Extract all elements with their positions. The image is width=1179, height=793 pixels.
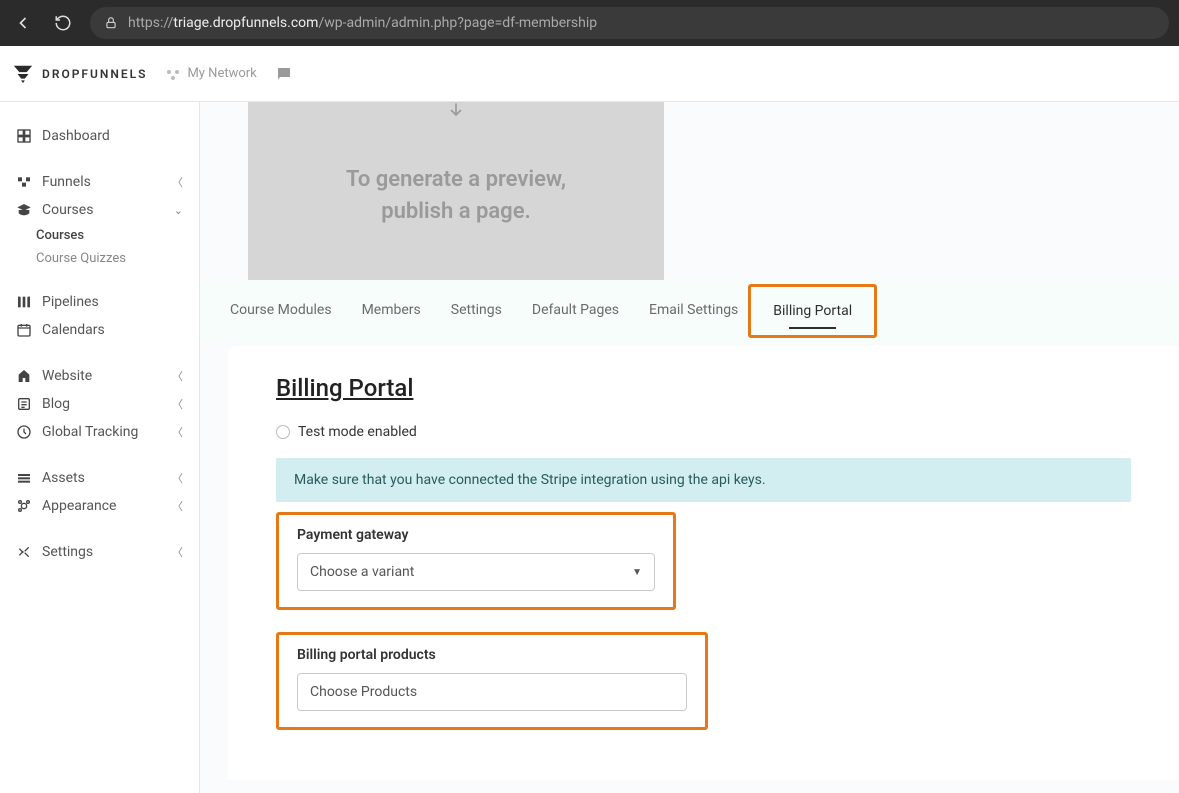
- blog-icon: [16, 396, 32, 412]
- sidebar-item-courses[interactable]: Courses ⌄: [0, 196, 199, 224]
- sidebar-label: Assets: [42, 470, 85, 486]
- network-icon: [165, 66, 181, 82]
- tab-course-modules[interactable]: Course Modules: [230, 298, 332, 324]
- sidebar-label: Blog: [42, 396, 70, 412]
- chevron-left-icon: 〈: [172, 424, 183, 440]
- sidebar-item-assets[interactable]: Assets 〈: [0, 464, 199, 492]
- billing-products-label: Billing portal products: [297, 647, 687, 663]
- billing-products-group: Billing portal products Choose Products: [276, 632, 708, 730]
- sidebar-label: Pipelines: [42, 294, 99, 310]
- brand-logo[interactable]: DROPFUNNELS: [12, 63, 147, 85]
- highlight-box: Billing Portal: [748, 284, 877, 338]
- billing-portal-panel: Billing Portal Test mode enabled Make su…: [228, 346, 1179, 780]
- url-text: https://triage.dropfunnels.com/wp-admin/…: [128, 15, 597, 31]
- brand-name: DROPFUNNELS: [42, 67, 147, 81]
- arrow-down-icon: [446, 102, 466, 120]
- sidebar-label: Dashboard: [42, 128, 110, 144]
- website-icon: [16, 368, 32, 384]
- url-bar[interactable]: https://triage.dropfunnels.com/wp-admin/…: [90, 7, 1169, 39]
- sidebar-item-appearance[interactable]: Appearance 〈: [0, 492, 199, 520]
- back-button[interactable]: [10, 10, 36, 36]
- pipelines-icon: [16, 294, 32, 310]
- chat-icon[interactable]: [275, 65, 293, 83]
- chevron-left-icon: 〈: [172, 396, 183, 412]
- sidebar-item-website[interactable]: Website 〈: [0, 362, 199, 390]
- sidebar-label: Settings: [42, 544, 93, 560]
- appearance-icon: [16, 498, 32, 514]
- radio-icon: [276, 425, 290, 439]
- panel-title: Billing Portal: [276, 374, 1131, 402]
- funnels-icon: [16, 174, 32, 190]
- tab-members[interactable]: Members: [362, 298, 421, 324]
- billing-products-select[interactable]: Choose Products: [297, 673, 687, 711]
- tab-strip: Course Modules Members Settings Default …: [200, 280, 1179, 342]
- chevron-left-icon: 〈: [172, 174, 183, 190]
- payment-gateway-label: Payment gateway: [297, 527, 655, 543]
- sidebar-label: Global Tracking: [42, 424, 138, 440]
- sidebar-label: Appearance: [42, 498, 116, 514]
- settings-icon: [16, 544, 32, 560]
- chevron-left-icon: 〈: [172, 498, 183, 514]
- logo-icon: [12, 63, 34, 85]
- sidebar-subitem-courses[interactable]: Courses: [0, 224, 199, 247]
- lock-icon: [104, 16, 118, 30]
- my-network-label: My Network: [187, 66, 256, 81]
- select-value: Choose a variant: [310, 564, 414, 580]
- sidebar: Dashboard Funnels 〈 Courses ⌄ Courses C: [0, 102, 200, 793]
- select-value: Choose Products: [310, 684, 417, 700]
- chevron-left-icon: 〈: [172, 470, 183, 486]
- tab-email-settings[interactable]: Email Settings: [649, 298, 738, 324]
- sidebar-item-blog[interactable]: Blog 〈: [0, 390, 199, 418]
- assets-icon: [16, 470, 32, 486]
- tracking-icon: [16, 424, 32, 440]
- sidebar-item-calendars[interactable]: Calendars: [0, 316, 199, 344]
- sidebar-item-pipelines[interactable]: Pipelines: [0, 288, 199, 316]
- sidebar-item-dashboard[interactable]: Dashboard: [0, 122, 199, 150]
- sidebar-label: Funnels: [42, 174, 91, 190]
- sidebar-label: Courses: [42, 202, 93, 218]
- info-banner: Make sure that you have connected the St…: [276, 458, 1131, 502]
- refresh-button[interactable]: [50, 10, 76, 36]
- app-header: DROPFUNNELS My Network: [0, 46, 1179, 102]
- chevron-left-icon: 〈: [172, 368, 183, 384]
- test-mode-label: Test mode enabled: [298, 424, 417, 440]
- browser-chrome: https://triage.dropfunnels.com/wp-admin/…: [0, 0, 1179, 46]
- tab-default-pages[interactable]: Default Pages: [532, 298, 619, 324]
- preview-line2: publish a page.: [346, 196, 566, 228]
- my-network-link[interactable]: My Network: [165, 66, 256, 82]
- tab-billing-portal[interactable]: Billing Portal: [773, 299, 852, 323]
- sidebar-label: Website: [42, 368, 92, 384]
- sidebar-item-settings[interactable]: Settings 〈: [0, 538, 199, 566]
- tab-settings[interactable]: Settings: [451, 298, 502, 324]
- payment-gateway-group: Payment gateway Choose a variant ▼: [276, 512, 676, 610]
- caret-down-icon: ▼: [632, 567, 642, 578]
- main-content: To generate a preview, publish a page. C…: [200, 102, 1179, 793]
- sidebar-subitem-quizzes[interactable]: Course Quizzes: [0, 247, 199, 270]
- preview-line1: To generate a preview,: [346, 164, 566, 196]
- dashboard-icon: [16, 128, 32, 144]
- preview-placeholder: To generate a preview, publish a page.: [248, 102, 664, 280]
- courses-icon: [16, 202, 32, 218]
- sidebar-item-global-tracking[interactable]: Global Tracking 〈: [0, 418, 199, 446]
- chevron-down-icon: ⌄: [174, 204, 183, 217]
- test-mode-row[interactable]: Test mode enabled: [276, 424, 1131, 440]
- payment-gateway-select[interactable]: Choose a variant ▼: [297, 553, 655, 591]
- sidebar-item-funnels[interactable]: Funnels 〈: [0, 168, 199, 196]
- sidebar-label: Calendars: [42, 322, 105, 338]
- chevron-left-icon: 〈: [172, 544, 183, 560]
- calendar-icon: [16, 322, 32, 338]
